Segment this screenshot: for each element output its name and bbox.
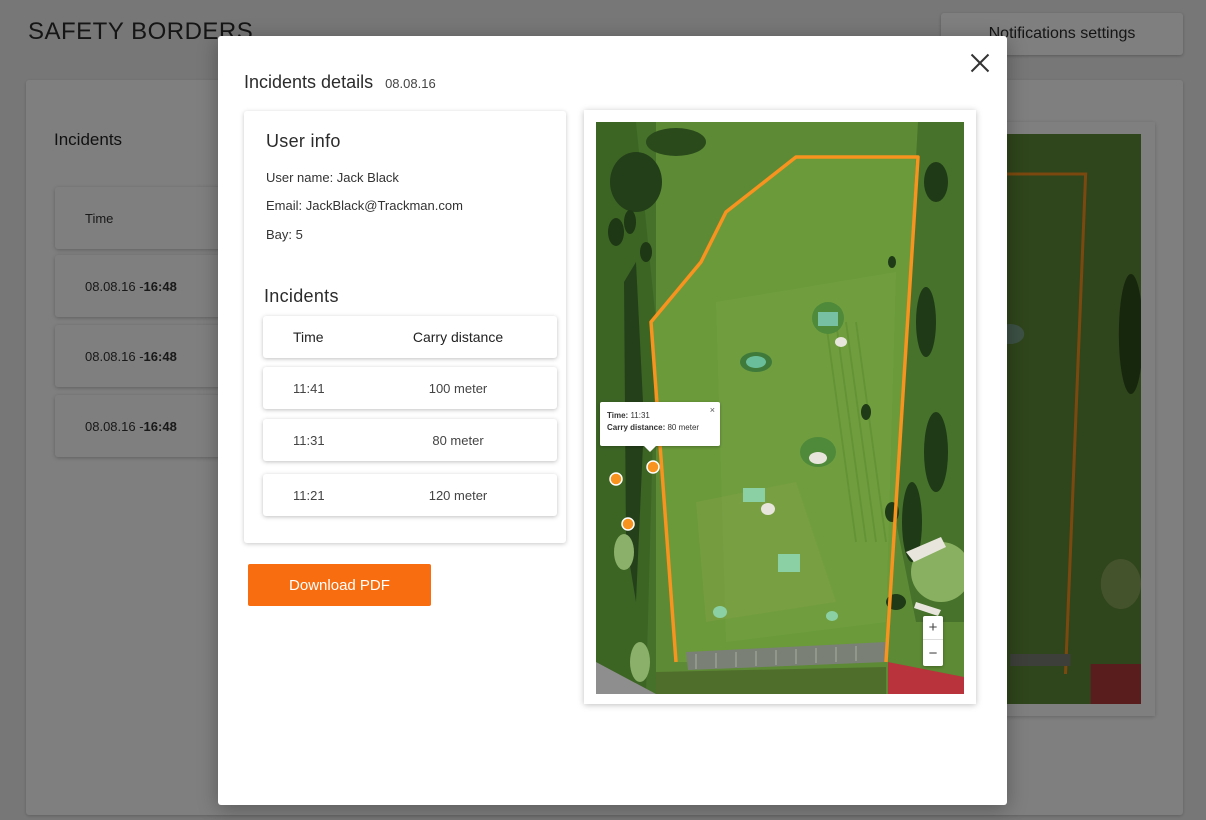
incident-marker bbox=[646, 460, 660, 474]
user-info-title: User info bbox=[266, 131, 341, 151]
header-time: Time bbox=[293, 329, 324, 345]
modal-header: Incidents details 08.08.16 bbox=[244, 72, 436, 93]
map-zoom-control: + − bbox=[923, 616, 943, 666]
header-carry-distance: Carry distance bbox=[412, 329, 504, 345]
incidents-table-header: Time Carry distance bbox=[263, 316, 557, 358]
incidents-title: Incidents bbox=[264, 286, 339, 306]
tooltip-carry-label: Carry distance: bbox=[607, 423, 666, 432]
incident-row[interactable]: 11:21 120 meter bbox=[263, 474, 557, 516]
incident-time: 11:21 bbox=[293, 487, 325, 503]
incident-marker bbox=[621, 517, 635, 531]
map-tooltip: × Time: 11:31 Carry distance: 80 meter bbox=[600, 402, 720, 452]
zoom-out-button[interactable]: − bbox=[923, 641, 943, 665]
tooltip-carry-value: 80 meter bbox=[667, 423, 700, 432]
satellite-map[interactable]: × Time: 11:31 Carry distance: 80 meter +… bbox=[596, 122, 964, 694]
incident-details-modal: Incidents details 08.08.16 User info Use… bbox=[218, 36, 1007, 805]
tooltip-carry-line: Carry distance: 80 meter bbox=[607, 422, 720, 434]
download-pdf-button[interactable]: Download PDF bbox=[248, 564, 431, 606]
incident-row[interactable]: 11:41 100 meter bbox=[263, 367, 557, 409]
tooltip-close-icon[interactable]: × bbox=[710, 404, 715, 416]
user-email: Email: JackBlack@Trackman.com bbox=[266, 198, 463, 213]
incident-carry: 80 meter bbox=[432, 432, 484, 448]
tooltip-time-label: Time: bbox=[607, 411, 629, 420]
tooltip-time-value: 11:31 bbox=[630, 411, 650, 420]
incident-time: 11:41 bbox=[293, 380, 325, 396]
incident-marker bbox=[609, 472, 623, 486]
modal-title: Incidents details bbox=[244, 72, 374, 92]
close-icon[interactable] bbox=[967, 50, 993, 76]
tooltip-time-line: Time: 11:31 bbox=[607, 410, 720, 422]
user-bay: Bay: 5 bbox=[266, 227, 303, 242]
zoom-in-button[interactable]: + bbox=[923, 616, 943, 640]
incident-time: 11:31 bbox=[293, 432, 325, 448]
incident-carry: 100 meter bbox=[428, 380, 488, 396]
map-card: × Time: 11:31 Carry distance: 80 meter +… bbox=[584, 110, 976, 704]
user-info-card: User info User name: Jack Black Email: J… bbox=[244, 111, 566, 543]
modal-date: 08.08.16 bbox=[385, 76, 436, 91]
user-name: User name: Jack Black bbox=[266, 170, 399, 185]
incident-carry: 120 meter bbox=[428, 487, 488, 503]
incident-row[interactable]: 11:31 80 meter bbox=[263, 419, 557, 461]
